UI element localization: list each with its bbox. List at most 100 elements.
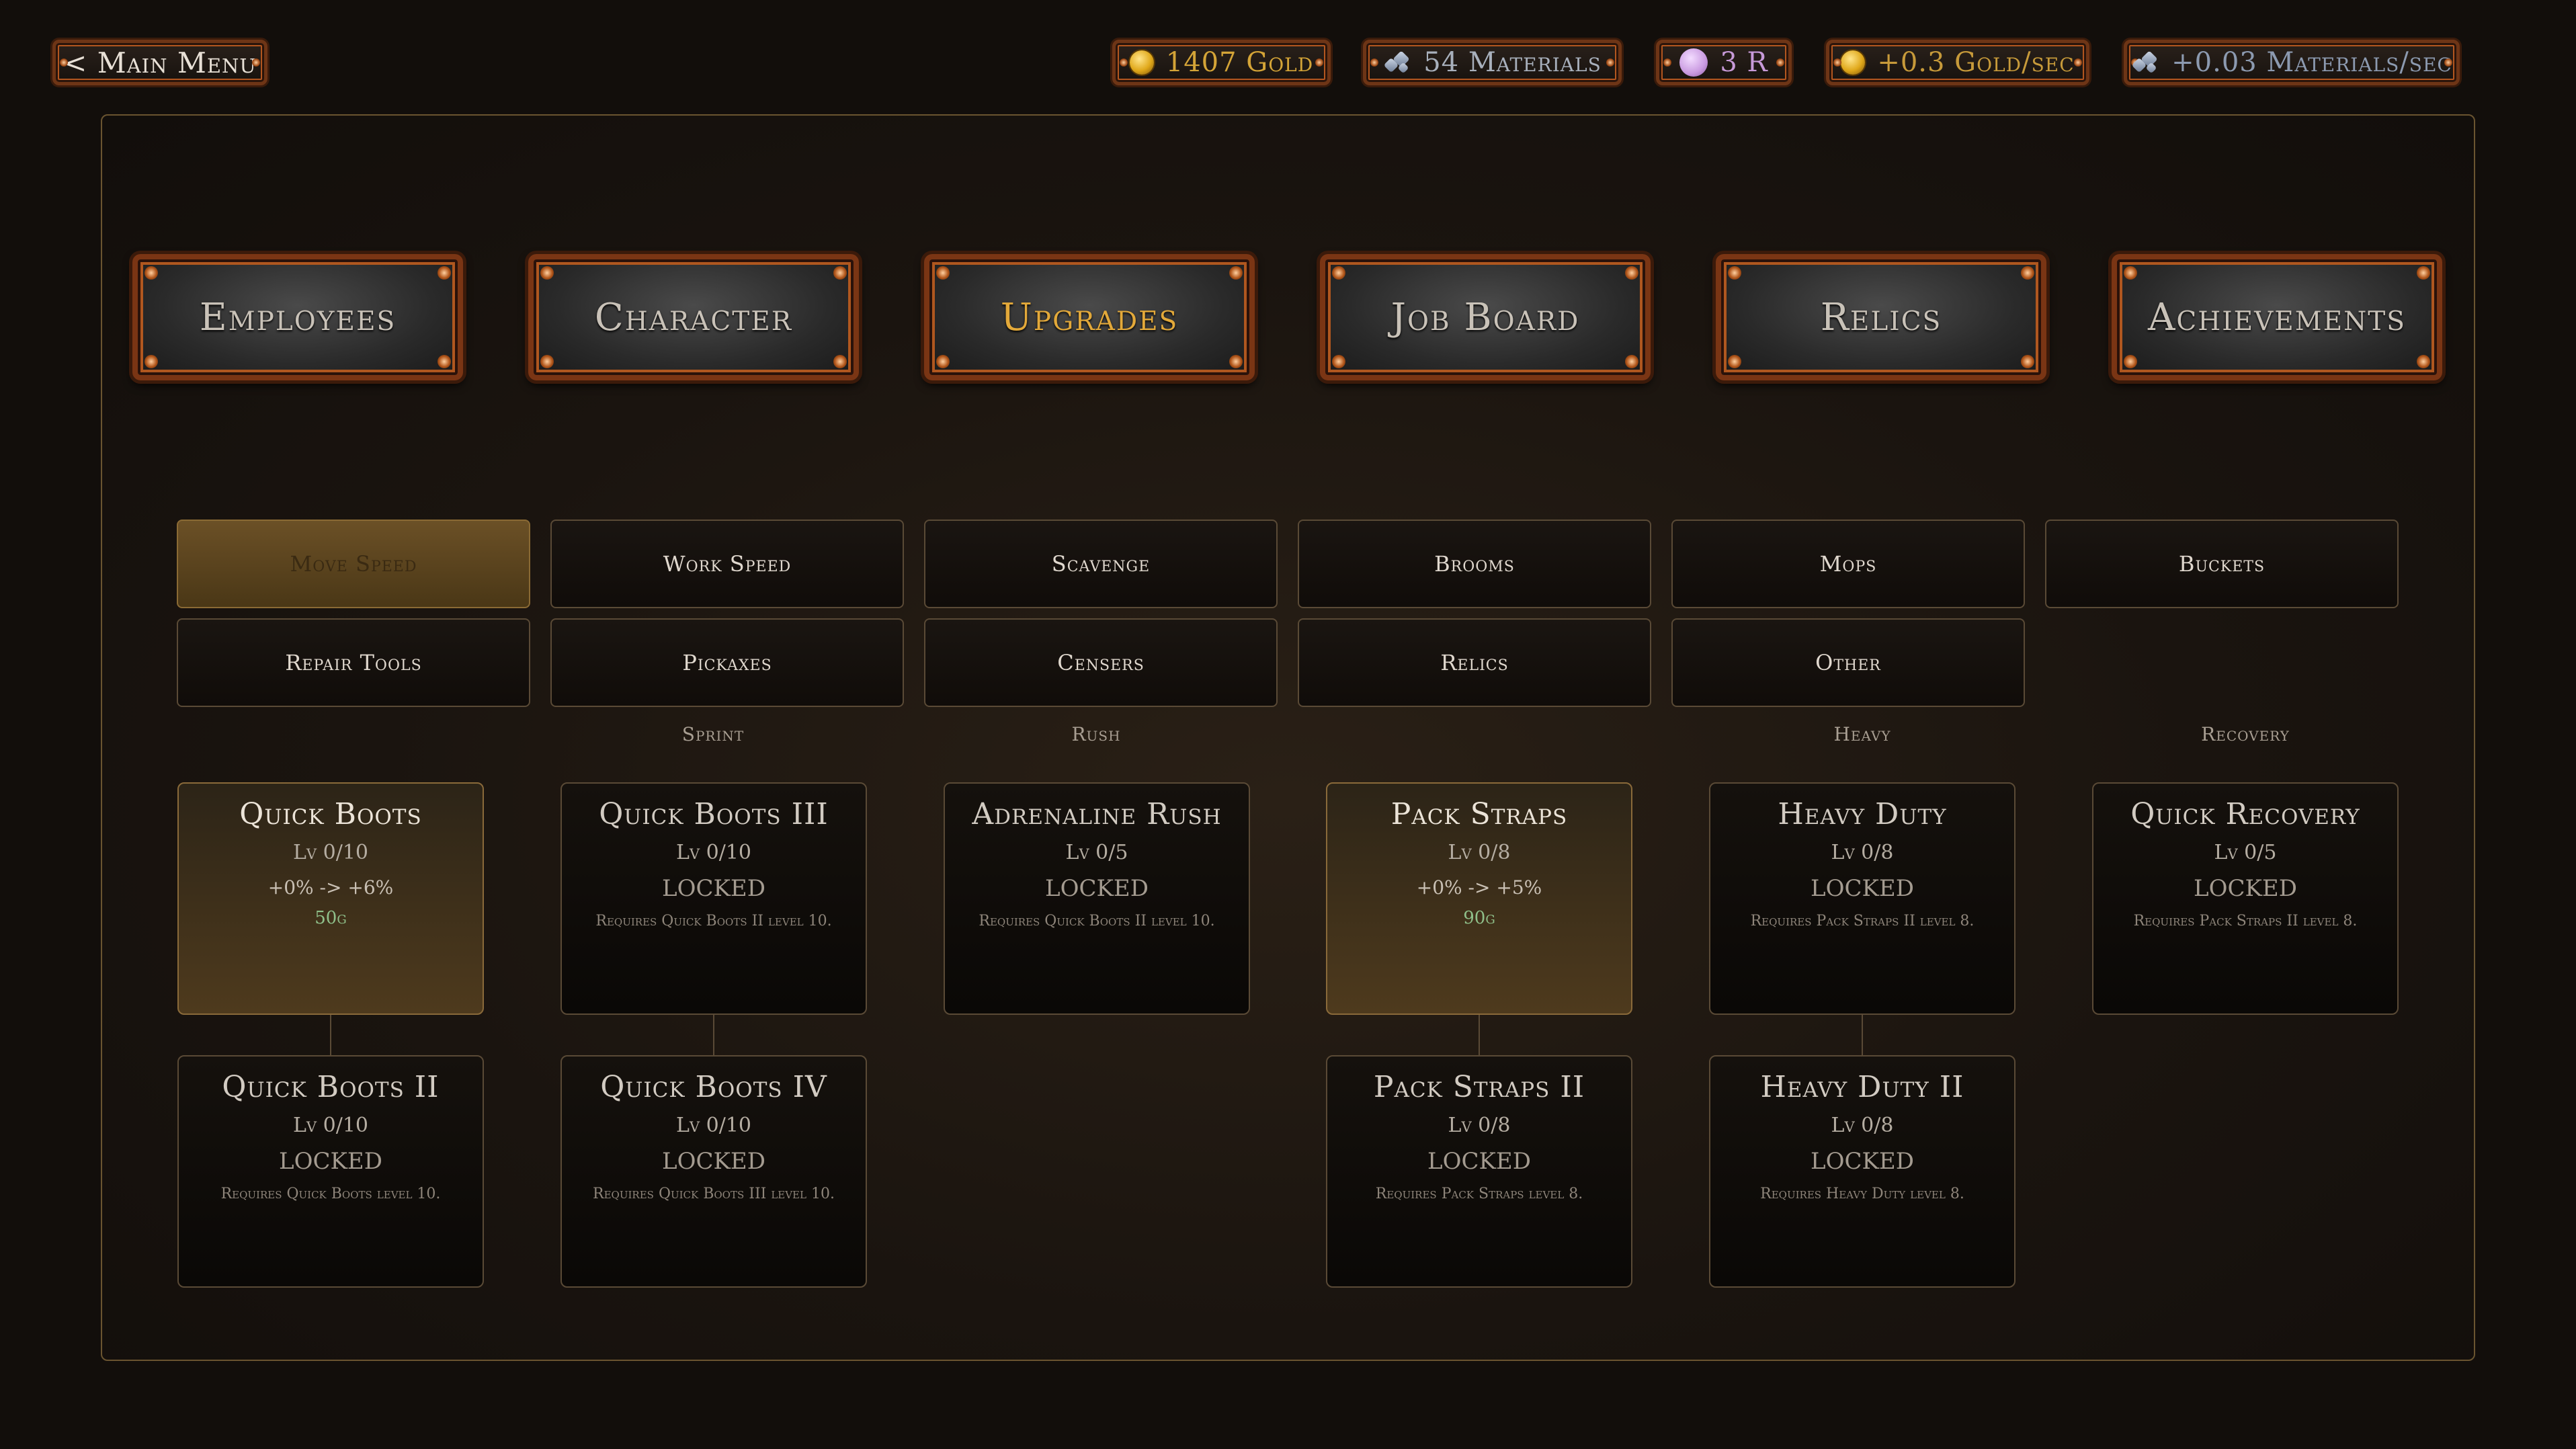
gold-coin-icon xyxy=(1841,50,1866,75)
category-label: Repair Tools xyxy=(285,650,422,675)
category-brooms[interactable]: Brooms xyxy=(1298,520,1651,608)
category-label: Relics xyxy=(1440,650,1509,675)
group-label-sprint: Sprint xyxy=(681,723,745,745)
tab-relics[interactable]: Relics xyxy=(1716,254,2046,380)
category-move-speed[interactable]: Move Speed xyxy=(177,520,530,608)
upgrade-state: LOCKED xyxy=(662,875,765,902)
materials-counter: 54 Materials xyxy=(1363,40,1622,85)
upgrade-level: Lv 0/5 xyxy=(2214,841,2277,864)
materials-rate-counter: +0.03 Materials/sec xyxy=(2124,40,2460,85)
ore-icon xyxy=(2131,50,2159,75)
upgrade-level: Lv 0/10 xyxy=(293,841,368,864)
relic-currency-counter: 3 R xyxy=(1656,40,1792,85)
upgrade-card-quick-boots-2[interactable]: Quick Boots II Lv 0/10 LOCKED Requires Q… xyxy=(177,1055,484,1288)
upgrade-level: Lv 0/8 xyxy=(1831,841,1894,864)
upgrade-card-heavy-duty-2[interactable]: Heavy Duty II Lv 0/8 LOCKED Requires Hea… xyxy=(1709,1055,2016,1288)
tree-connector xyxy=(1479,1015,1480,1055)
tree-connector xyxy=(713,1015,714,1055)
upgrade-state: LOCKED xyxy=(2194,875,2297,902)
upgrade-level: Lv 0/5 xyxy=(1065,841,1128,864)
tab-label: Job Board xyxy=(1390,295,1580,339)
category-label: Pickaxes xyxy=(682,650,772,675)
upgrade-state: LOCKED xyxy=(1427,1148,1531,1175)
upgrade-name: Heavy Duty xyxy=(1778,797,1947,831)
upgrade-state: LOCKED xyxy=(1045,875,1149,902)
upgrade-name: Quick Boots III xyxy=(599,797,829,831)
gold-coin-icon xyxy=(1129,50,1154,75)
upgrade-name: Pack Straps II xyxy=(1373,1070,1585,1104)
upgrade-card-quick-boots-3[interactable]: Quick Boots III Lv 0/10 LOCKED Requires … xyxy=(560,782,867,1015)
upgrade-effect: +0% -> +6% xyxy=(267,876,394,899)
upgrade-card-heavy-duty[interactable]: Heavy Duty Lv 0/8 LOCKED Requires Pack S… xyxy=(1709,782,2016,1015)
category-label: Scavenge xyxy=(1051,551,1151,577)
upgrade-requirement: Requires Quick Boots II level 10. xyxy=(979,913,1215,929)
category-scavenge[interactable]: Scavenge xyxy=(924,520,1278,608)
main-menu-button[interactable]: < Main Menu xyxy=(52,40,267,85)
upgrade-cost: 50g xyxy=(315,908,347,928)
upgrade-name: Quick Recovery xyxy=(2130,797,2360,831)
tree-connector xyxy=(1862,1015,1863,1055)
category-label: Work Speed xyxy=(663,551,792,577)
tab-label: Employees xyxy=(199,295,397,339)
category-label: Buckets xyxy=(2178,551,2266,577)
tree-connector xyxy=(330,1015,331,1055)
tab-employees[interactable]: Employees xyxy=(132,254,463,380)
upgrade-requirement: Requires Pack Straps II level 8. xyxy=(2133,913,2358,929)
upgrade-requirement: Requires Quick Boots II level 10. xyxy=(595,913,832,929)
upgrade-card-pack-straps[interactable]: Pack Straps Lv 0/8 +0% -> +5% 90g xyxy=(1326,782,1632,1015)
category-other[interactable]: Other xyxy=(1671,618,2025,707)
category-work-speed[interactable]: Work Speed xyxy=(550,520,904,608)
upgrade-level: Lv 0/8 xyxy=(1448,1114,1511,1137)
main-menu-label: < Main Menu xyxy=(63,46,257,79)
upgrade-card-quick-recovery[interactable]: Quick Recovery Lv 0/5 LOCKED Requires Pa… xyxy=(2092,782,2399,1015)
upgrade-name: Adrenaline Rush xyxy=(972,797,1222,831)
gold-counter: 1407 Gold xyxy=(1112,40,1331,85)
upgrade-level: Lv 0/10 xyxy=(293,1114,368,1137)
gold-rate-value: +0.3 Gold/sec xyxy=(1877,47,2075,78)
upgrade-level: Lv 0/10 xyxy=(676,1114,751,1137)
category-mops[interactable]: Mops xyxy=(1671,520,2025,608)
upgrade-card-adrenaline-rush[interactable]: Adrenaline Rush Lv 0/5 LOCKED Requires Q… xyxy=(944,782,1250,1015)
upgrade-name: Quick Boots xyxy=(239,797,422,831)
category-pickaxes[interactable]: Pickaxes xyxy=(550,618,904,707)
upgrade-requirement: Requires Quick Boots level 10. xyxy=(220,1186,441,1202)
tab-label: Achievements xyxy=(2147,295,2407,339)
ore-icon xyxy=(1383,50,1411,75)
upgrade-level: Lv 0/8 xyxy=(1448,841,1511,864)
upgrade-card-quick-boots[interactable]: Quick Boots Lv 0/10 +0% -> +6% 50g xyxy=(177,782,484,1015)
tab-achievements[interactable]: Achievements xyxy=(2112,254,2442,380)
upgrade-requirement: Requires Pack Straps level 8. xyxy=(1375,1186,1583,1202)
upgrade-requirement: Requires Heavy Duty level 8. xyxy=(1760,1186,1964,1202)
category-label: Brooms xyxy=(1434,551,1515,577)
group-label-rush: Rush xyxy=(1071,723,1121,745)
upgrade-effect: +0% -> +5% xyxy=(1416,876,1542,899)
category-relics[interactable]: Relics xyxy=(1298,618,1651,707)
tab-character[interactable]: Character xyxy=(528,254,859,380)
category-repair-tools[interactable]: Repair Tools xyxy=(177,618,530,707)
category-censers[interactable]: Censers xyxy=(924,618,1278,707)
gold-rate-counter: +0.3 Gold/sec xyxy=(1826,40,2089,85)
upgrade-state: LOCKED xyxy=(662,1148,765,1175)
tab-job-board[interactable]: Job Board xyxy=(1320,254,1651,380)
group-label-heavy: Heavy xyxy=(1833,723,1891,745)
upgrade-name: Quick Boots II xyxy=(222,1070,440,1104)
upgrade-level: Lv 0/8 xyxy=(1831,1114,1894,1137)
category-label: Censers xyxy=(1057,650,1145,675)
gold-value: 1407 Gold xyxy=(1165,47,1314,78)
relic-currency-value: 3 R xyxy=(1720,47,1768,78)
upgrade-card-quick-boots-4[interactable]: Quick Boots IV Lv 0/10 LOCKED Requires Q… xyxy=(560,1055,867,1288)
group-label-recovery: Recovery xyxy=(2201,723,2290,745)
upgrade-cost: 90g xyxy=(1463,908,1495,928)
category-buckets[interactable]: Buckets xyxy=(2045,520,2399,608)
category-label: Other xyxy=(1815,650,1881,675)
tab-label: Relics xyxy=(1820,295,1942,339)
orb-icon xyxy=(1679,48,1708,77)
materials-value: 54 Materials xyxy=(1423,47,1602,78)
upgrade-state: LOCKED xyxy=(1811,1148,1914,1175)
upgrade-requirement: Requires Pack Straps II level 8. xyxy=(1750,913,1975,929)
tab-label: Character xyxy=(594,295,793,339)
upgrade-name: Heavy Duty II xyxy=(1760,1070,1964,1104)
tab-upgrades[interactable]: Upgrades xyxy=(924,254,1255,380)
upgrade-level: Lv 0/10 xyxy=(676,841,751,864)
upgrade-card-pack-straps-2[interactable]: Pack Straps II Lv 0/8 LOCKED Requires Pa… xyxy=(1326,1055,1632,1288)
